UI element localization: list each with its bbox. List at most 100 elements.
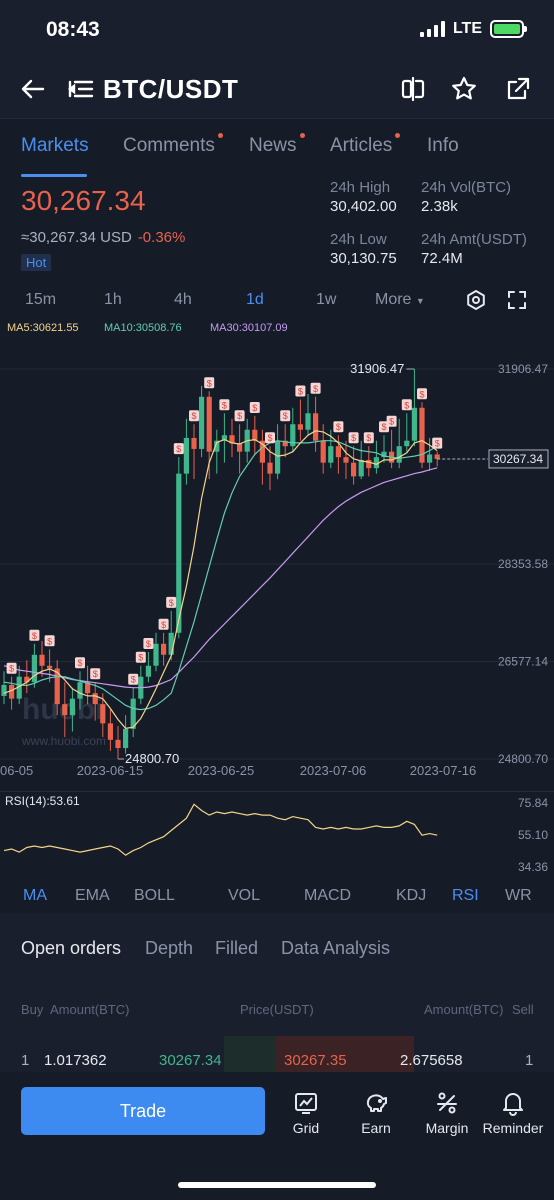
tab-data-analysis[interactable]: Data Analysis: [281, 938, 390, 959]
notification-dot: [299, 133, 305, 138]
battery-icon: [490, 20, 527, 38]
tab-news[interactable]: News: [249, 133, 305, 157]
candle-body: [1, 684, 7, 696]
event-marker-label: $: [336, 422, 341, 432]
candle-body: [107, 723, 113, 740]
event-marker-label: $: [237, 411, 242, 421]
header-price: Price(USDT): [240, 1002, 314, 1017]
x-axis-label: 2023-06-15: [77, 763, 144, 778]
ask-amount: 2.675658: [400, 1052, 463, 1069]
chart-settings-icon[interactable]: [465, 289, 487, 311]
candle-body: [206, 396, 212, 452]
tab-markets[interactable]: Markets: [21, 135, 89, 157]
event-marker-label: $: [93, 669, 98, 679]
indicator-wr[interactable]: WR: [505, 887, 532, 905]
indicator-boll[interactable]: BOLL: [134, 887, 175, 905]
pair-title[interactable]: BTC/USDT: [103, 74, 238, 105]
tab-articles[interactable]: Articles: [330, 133, 401, 157]
candle-body: [328, 446, 334, 463]
candle-body: [237, 443, 243, 452]
rsi-legend: RSI(14):53.61: [5, 794, 80, 808]
tab-info[interactable]: Info: [427, 135, 459, 157]
indicator-vol[interactable]: VOL: [228, 887, 260, 905]
event-marker-label: $: [77, 658, 82, 668]
status-time: 08:43: [46, 18, 100, 41]
candle-body: [92, 693, 98, 705]
candle-body: [305, 413, 311, 430]
watermark-url: www.huobi.com: [21, 734, 106, 748]
price-change: -0.36%: [137, 229, 186, 246]
event-marker-label: $: [47, 636, 52, 646]
candle-body: [145, 665, 151, 677]
rsi-axis-label: 55.10: [518, 828, 548, 842]
tab-comments[interactable]: Comments: [123, 133, 223, 157]
candlestick-chart[interactable]: huobiwww.huobi.com$$$$$$$$$$$$$$$$$$$$$$…: [0, 349, 554, 779]
candle-body: [100, 704, 106, 724]
interval-more[interactable]: More ▼: [375, 291, 425, 309]
header-amount-left: Amount(BTC): [50, 1002, 130, 1017]
interval-1w[interactable]: 1w: [316, 291, 336, 309]
event-marker-label: $: [191, 411, 196, 421]
back-arrow-icon[interactable]: [18, 74, 48, 104]
bid-price[interactable]: 30267.34: [159, 1052, 222, 1069]
bid-depth-bar: [224, 1036, 276, 1072]
event-marker-label: $: [207, 378, 212, 388]
x-axis-label: 2023-06-25: [188, 763, 255, 778]
nav-grid[interactable]: Grid: [271, 1090, 341, 1136]
margin-icon: [437, 1092, 457, 1114]
candle-body: [313, 413, 319, 441]
star-icon[interactable]: [449, 74, 479, 104]
indicator-macd[interactable]: MACD: [304, 887, 351, 905]
fullscreen-icon[interactable]: [506, 289, 528, 311]
interval-1h[interactable]: 1h: [104, 291, 122, 309]
compare-icon[interactable]: [398, 74, 428, 104]
pair-menu-icon[interactable]: [66, 74, 96, 104]
notification-dot: [217, 133, 223, 138]
bell-icon: [503, 1093, 523, 1116]
bid-amount: 1.017362: [44, 1052, 107, 1069]
ask-price[interactable]: 30267.35: [284, 1052, 347, 1069]
event-marker-label: $: [366, 433, 371, 443]
x-axis-label: 2023-07-06: [300, 763, 367, 778]
interval-1d[interactable]: 1d: [246, 291, 264, 309]
event-marker-label: $: [298, 387, 303, 397]
event-marker-label: $: [32, 631, 37, 641]
hot-badge: Hot: [21, 254, 52, 271]
status-bar: 08:43 LTE: [0, 0, 554, 60]
nav-margin[interactable]: Margin: [412, 1090, 482, 1136]
indicator-kdj[interactable]: KDJ: [396, 887, 426, 905]
header-amount-right: Amount(BTC): [424, 1002, 504, 1017]
candle-body: [427, 454, 433, 463]
candle-body: [161, 643, 167, 655]
event-marker-label: $: [435, 439, 440, 449]
tab-depth[interactable]: Depth: [145, 938, 193, 959]
candle-body: [9, 684, 15, 699]
indicator-tabs: MA EMA BOLL VOL MACD KDJ RSI WR: [0, 884, 554, 914]
indicator-ema[interactable]: EMA: [75, 887, 110, 905]
nav-reminder[interactable]: Reminder: [478, 1090, 548, 1136]
candle-body: [396, 446, 402, 463]
y-axis-label: 28353.58: [498, 557, 548, 571]
candle-body: [343, 457, 349, 463]
tab-open-orders[interactable]: Open orders: [21, 938, 121, 959]
active-tab-underline: [21, 174, 87, 177]
interval-15m[interactable]: 15m: [25, 291, 56, 309]
tab-filled[interactable]: Filled: [215, 938, 258, 959]
trade-button[interactable]: Trade: [21, 1087, 265, 1135]
rsi-chart[interactable]: RSI(14):53.61 75.84 55.10 34.36: [0, 791, 554, 877]
share-icon[interactable]: [503, 74, 533, 104]
nav-earn[interactable]: Earn: [341, 1090, 411, 1136]
interval-selector: 15m 1h 4h 1d 1w More ▼: [0, 289, 554, 315]
indicator-ma[interactable]: MA: [23, 887, 47, 905]
home-indicator: [178, 1182, 376, 1188]
signal-icon: [419, 21, 445, 37]
candle-body: [31, 654, 37, 683]
candle-body: [153, 643, 159, 666]
stat-24h-low: 24h Low 30,130.75: [330, 231, 397, 267]
usd-price: ≈30,267.34 USD -0.36%: [21, 229, 186, 246]
event-marker-label: $: [131, 675, 136, 685]
indicator-rsi[interactable]: RSI: [452, 887, 479, 905]
interval-4h[interactable]: 4h: [174, 291, 192, 309]
rsi-axis-label: 75.84: [518, 796, 548, 810]
stat-24h-high: 24h High 30,402.00: [330, 179, 397, 215]
